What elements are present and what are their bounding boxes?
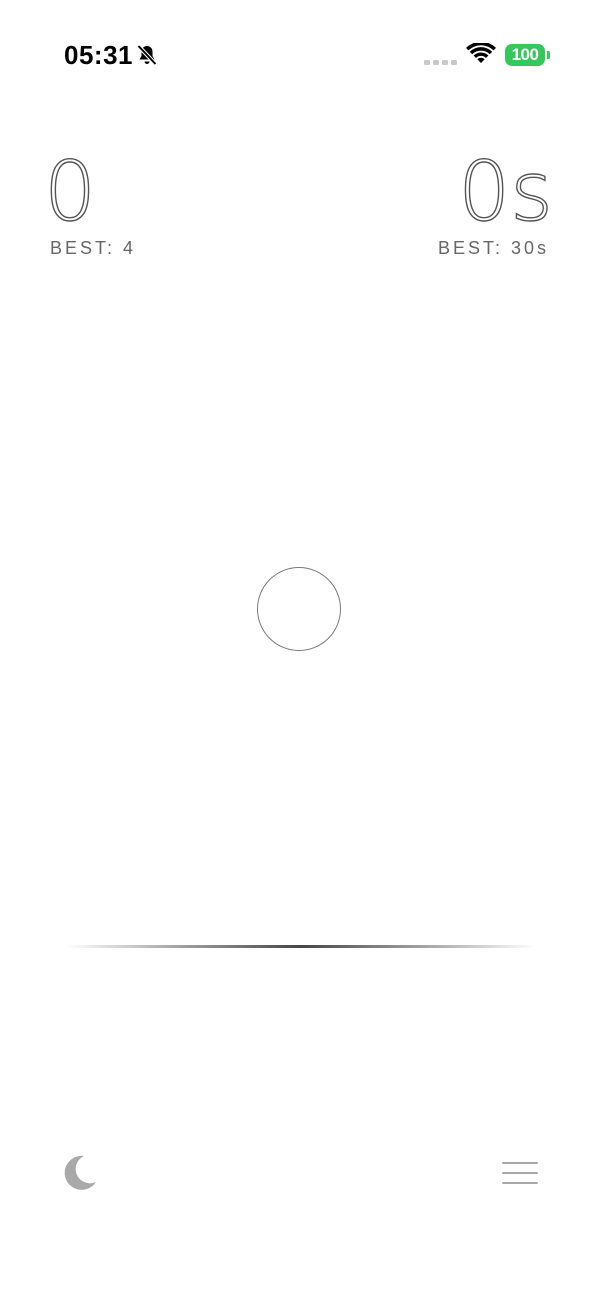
status-time: 05:31 bbox=[64, 40, 133, 70]
menu-line-bottom bbox=[502, 1182, 538, 1184]
cellular-signal-icon bbox=[424, 60, 457, 65]
timer-value: 0s bbox=[457, 145, 553, 240]
best-score-label: BEST: 4 bbox=[50, 238, 137, 258]
battery-cap bbox=[547, 51, 550, 59]
target-circle[interactable] bbox=[257, 567, 341, 651]
best-time-label: BEST: 30s bbox=[437, 238, 549, 258]
hamburger-menu-icon[interactable] bbox=[500, 1160, 540, 1186]
bell-slash-icon bbox=[137, 44, 157, 66]
score-value: 0 bbox=[43, 145, 97, 240]
horizon-line bbox=[66, 945, 536, 948]
wifi-icon bbox=[466, 43, 496, 63]
menu-line-middle bbox=[502, 1172, 538, 1174]
moon-icon[interactable] bbox=[58, 1152, 100, 1194]
status-bar: 05:31 100 bbox=[0, 0, 599, 110]
menu-line-top bbox=[502, 1162, 538, 1164]
battery-icon: 100 bbox=[505, 44, 551, 66]
battery-level: 100 bbox=[505, 44, 545, 66]
